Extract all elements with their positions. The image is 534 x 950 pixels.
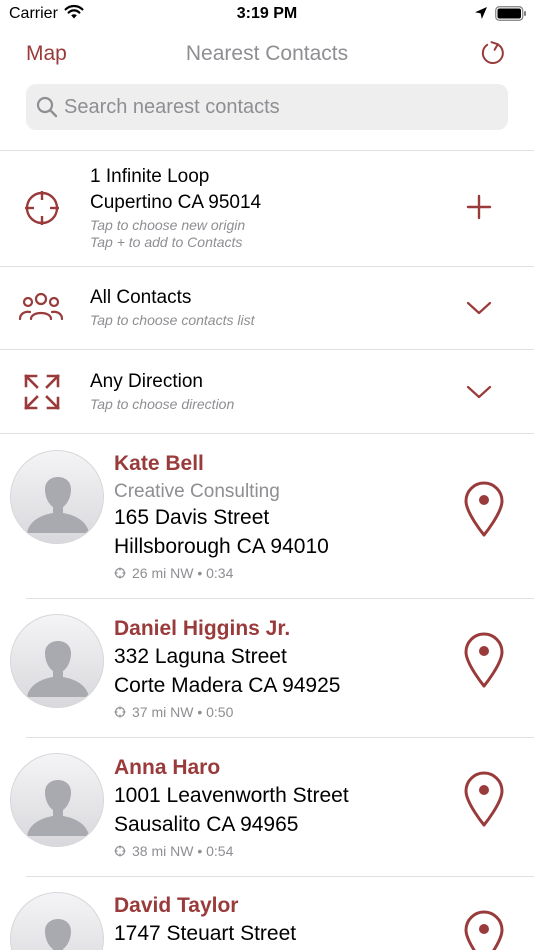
search-bar	[26, 84, 508, 130]
contact-row[interactable]: Anna Haro 1001 Leavenworth Street Sausal…	[0, 738, 534, 876]
chevron-down-icon[interactable]	[464, 293, 494, 323]
map-pin-icon[interactable]	[462, 909, 506, 950]
map-pin-icon[interactable]	[462, 631, 506, 689]
search-icon	[36, 96, 58, 118]
contacts-list-row[interactable]: All Contacts Tap to choose contacts list	[0, 267, 534, 349]
plus-icon[interactable]	[464, 192, 494, 222]
status-bar: Carrier 3:19 PM	[0, 0, 534, 28]
crosshair-small-icon	[114, 706, 126, 718]
contact-row[interactable]: Daniel Higgins Jr. 332 Laguna Street Cor…	[0, 599, 534, 737]
contact-name: David Taylor	[114, 894, 239, 917]
origin-hint: Tap to choose new origin	[90, 217, 246, 233]
clock-time: 3:19 PM	[236, 5, 298, 22]
people-icon	[18, 292, 64, 321]
map-pin-icon[interactable]	[462, 770, 506, 828]
origin-row[interactable]: 1 Infinite Loop Cupertino CA 95014 Tap t…	[0, 151, 534, 266]
contact-street: 1747 Steuart Street	[114, 922, 297, 945]
contact-distance: 38 mi NW • 0:54	[114, 843, 233, 859]
contact-company: Creative Consulting	[114, 481, 280, 502]
person-silhouette-icon	[11, 451, 103, 543]
person-silhouette-icon	[11, 893, 103, 950]
map-pin-icon[interactable]	[462, 480, 506, 538]
contact-distance-text: 38 mi NW • 0:54	[132, 843, 234, 859]
battery-icon	[495, 6, 526, 21]
contact-city: Sausalito CA 94965	[114, 813, 299, 836]
contact-street: 1001 Leavenworth Street	[114, 784, 349, 807]
crosshair-small-icon	[114, 845, 126, 857]
direction-hint: Tap to choose direction	[90, 396, 235, 412]
navigation-bar: Map Nearest Contacts	[0, 30, 534, 80]
contacts-list-title: All Contacts	[90, 287, 192, 308]
person-silhouette-icon	[11, 754, 103, 846]
origin-address-line2: Cupertino CA 95014	[90, 192, 262, 213]
avatar	[10, 753, 104, 847]
contact-row[interactable]: David Taylor 1747 Steuart Street	[0, 877, 534, 950]
crosshair-icon	[25, 191, 59, 225]
origin-address-line1: 1 Infinite Loop	[90, 166, 210, 187]
contact-distance: 26 mi NW • 0:34	[114, 565, 233, 581]
contact-city: Corte Madera CA 94925	[114, 674, 341, 697]
chevron-down-icon[interactable]	[464, 377, 494, 407]
contact-name: Kate Bell	[114, 452, 204, 475]
direction-row[interactable]: Any Direction Tap to choose direction	[0, 350, 534, 433]
contact-name: Daniel Higgins Jr.	[114, 617, 291, 640]
contact-street: 165 Davis Street	[114, 506, 270, 529]
refresh-icon[interactable]	[478, 38, 508, 68]
contact-street: 332 Laguna Street	[114, 645, 287, 668]
contacts-list-hint: Tap to choose contacts list	[90, 312, 255, 328]
expand-arrows-icon	[24, 374, 60, 410]
location-arrow-icon	[475, 7, 487, 19]
page-title: Nearest Contacts	[185, 42, 349, 65]
search-input[interactable]	[64, 84, 494, 130]
origin-add-hint: Tap + to add to Contacts	[90, 234, 243, 250]
contact-distance-text: 37 mi NW • 0:50	[132, 704, 234, 720]
contact-distance: 37 mi NW • 0:50	[114, 704, 233, 720]
avatar	[10, 614, 104, 708]
contact-name: Anna Haro	[114, 756, 221, 779]
person-silhouette-icon	[11, 615, 103, 707]
contact-city: Hillsborough CA 94010	[114, 535, 329, 558]
contact-distance-text: 26 mi NW • 0:34	[132, 565, 234, 581]
avatar	[10, 892, 104, 950]
contact-row[interactable]: Kate Bell Creative Consulting 165 Davis …	[0, 434, 534, 598]
avatar	[10, 450, 104, 544]
crosshair-small-icon	[114, 567, 126, 579]
direction-title: Any Direction	[90, 371, 203, 392]
